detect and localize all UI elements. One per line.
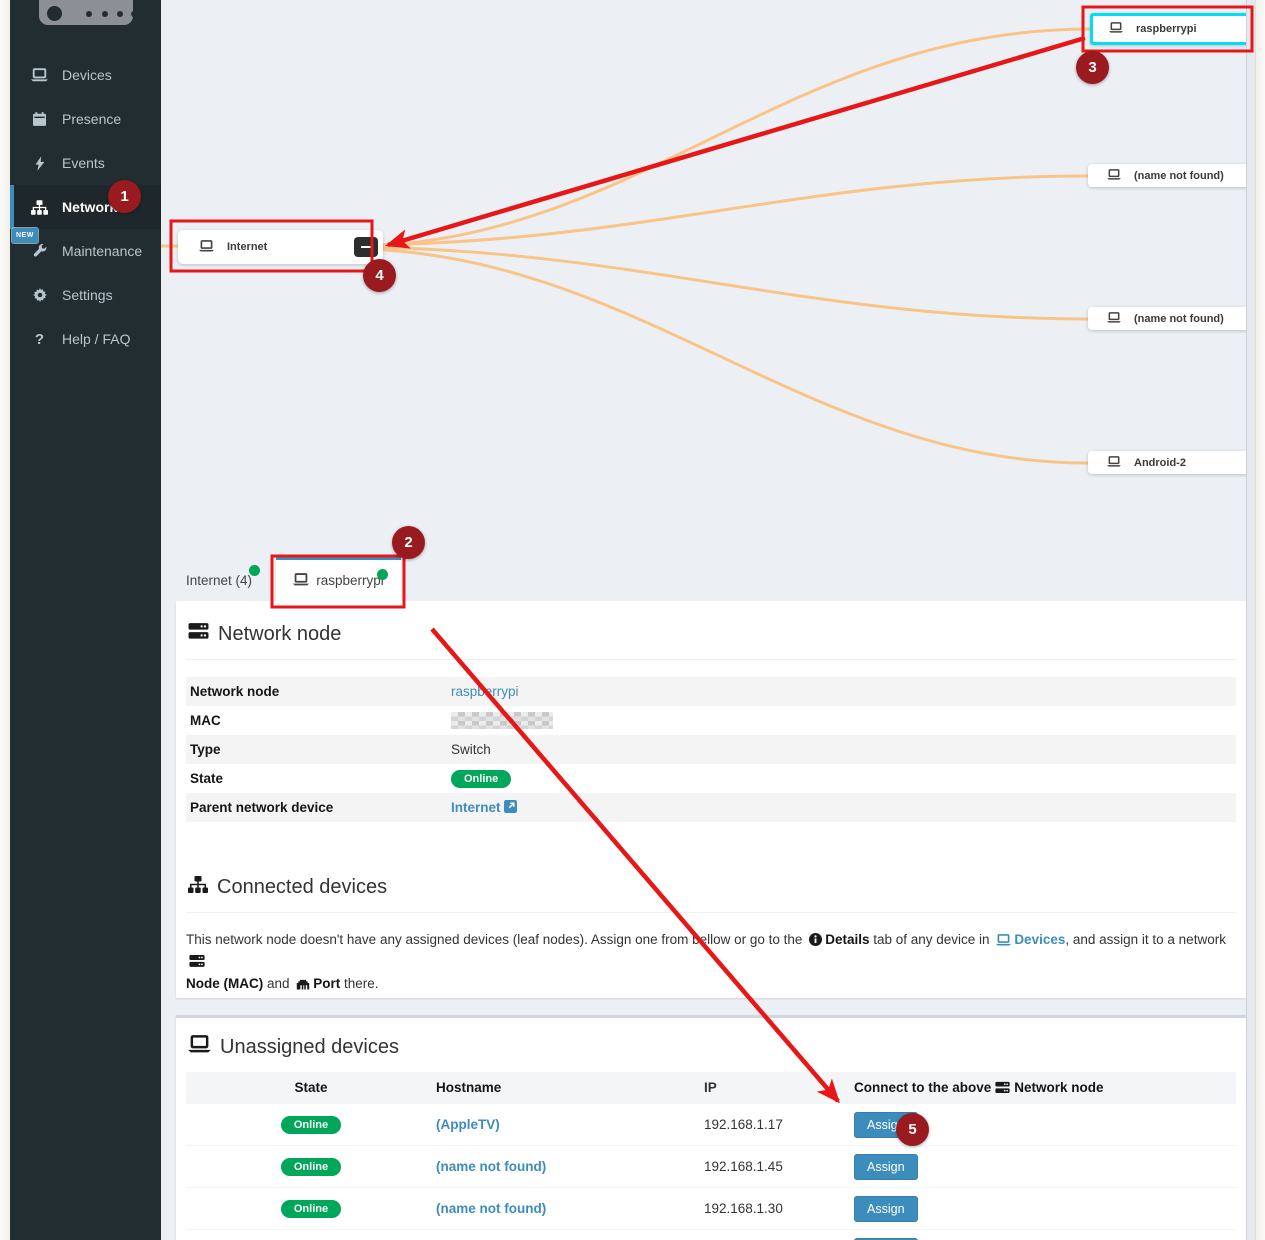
table-header-row: State Hostname IP Connect to the above N… [186, 1072, 1236, 1103]
page-edge-right [1255, 0, 1265, 1240]
unassigned-devices-panel: Unassigned devices State Hostname IP Con… [176, 1015, 1246, 1240]
status-badge: Online [451, 770, 511, 788]
external-link-icon[interactable] [504, 800, 517, 816]
table-row: Type Switch [186, 735, 1236, 764]
redacted-mac-value [451, 712, 553, 729]
node-label: (name not found) [1134, 170, 1224, 182]
table-row: MAC [186, 706, 1236, 735]
header-hostname: Hostname [436, 1080, 704, 1095]
tab-label: Internet (4) [186, 573, 252, 588]
table-row: Online (name not found) 192.168.1.45 Ass… [186, 1145, 1236, 1187]
table-row: Parent network device Internet [186, 793, 1236, 822]
laptop-icon [1109, 22, 1123, 36]
section-title-text: Connected devices [217, 876, 387, 899]
row-label: Type [190, 742, 451, 757]
node-mac-ref: Node (MAC) [186, 976, 263, 991]
laptop-icon [1107, 456, 1121, 470]
hostname-link[interactable]: (AppleTV) [436, 1117, 500, 1132]
sitemap-icon [188, 876, 208, 899]
section-title-text: Network node [218, 623, 341, 646]
tab-internet[interactable]: Internet (4) [177, 560, 252, 601]
no-assigned-devices-text: This network node doesn't have any assig… [186, 930, 1228, 996]
ip-value: 192.168.1.45 [704, 1159, 839, 1174]
collapse-node-button[interactable] [354, 237, 378, 257]
ethernet-port-icon [296, 978, 310, 993]
row-label: MAC [190, 713, 451, 728]
table-row: Network node raspberrypi [186, 677, 1236, 706]
status-badge: Online [281, 1200, 341, 1218]
status-badge: Online [281, 1158, 341, 1176]
type-value: Switch [451, 742, 491, 757]
annotation-step-2: 2 [392, 526, 425, 559]
table-row: State Online [186, 764, 1236, 793]
connected-devices-title: Connected devices [188, 876, 1236, 899]
server-icon [189, 956, 205, 971]
laptop-icon [199, 240, 214, 255]
table-row: Online (name not found) 192.168.1.30 Ass… [186, 1187, 1236, 1229]
node-label: (name not found) [1134, 313, 1224, 325]
node-label: raspberrypi [1136, 23, 1197, 35]
annotation-step-4: 4 [363, 259, 396, 292]
ip-value: 192.168.1.17 [704, 1117, 839, 1132]
row-label: State [190, 771, 451, 786]
server-icon [995, 1081, 1010, 1094]
port-ref: Port [313, 976, 340, 991]
network-page: Devices Presence Events Network [0, 0, 1265, 1240]
hostname-link[interactable]: (name not found) [436, 1159, 546, 1174]
assign-button[interactable]: Assign [854, 1196, 918, 1222]
table-row: Online (AppleTV) 192.168.1.17 Assign [186, 1103, 1236, 1145]
status-badge: Online [281, 1116, 341, 1134]
node-name-link[interactable]: raspberrypi [451, 684, 519, 699]
laptop-icon [1107, 312, 1121, 326]
header-connect: Connect to the above Network node [839, 1080, 1236, 1095]
parent-device-link[interactable]: Internet [451, 800, 501, 815]
network-node-panel: Network node Network node raspberrypi MA… [176, 601, 1246, 998]
annotation-step-3: 3 [1076, 51, 1109, 84]
ip-value: 192.168.1.30 [704, 1201, 839, 1216]
tab-raspberrypi[interactable]: raspberrypi [276, 557, 401, 601]
divider [186, 912, 1236, 913]
node-details-table: Network node raspberrypi MAC Type Switch… [186, 677, 1236, 822]
divider [186, 659, 1236, 660]
laptop-icon [293, 573, 309, 589]
network-node-title: Network node [188, 622, 1236, 646]
section-title-text: Unassigned devices [220, 1036, 399, 1059]
node-label: Android-2 [1134, 457, 1186, 469]
topology-node-unnamed-1[interactable]: (name not found) [1088, 164, 1265, 187]
laptop-icon [996, 934, 1011, 949]
new-badge: NEW [12, 228, 38, 243]
info-circle-icon [809, 934, 822, 949]
tab-label: raspberrypi [316, 573, 384, 588]
laptop-icon [188, 1035, 211, 1059]
unassigned-devices-title: Unassigned devices [188, 1035, 1236, 1059]
details-tab-ref: Details [825, 932, 869, 947]
laptop-icon [1107, 169, 1121, 183]
topology-node-internet[interactable]: Internet [178, 230, 383, 264]
annotation-step-5: 5 [896, 1113, 929, 1146]
hostname-link[interactable]: (name not found) [436, 1201, 546, 1216]
online-dot [377, 569, 388, 580]
header-state: State [186, 1080, 436, 1095]
table-row: Online (name not found) 192.168.1.57 Ass… [186, 1229, 1236, 1240]
row-label: Network node [190, 684, 451, 699]
topology-node-android2[interactable]: Android-2 [1088, 451, 1265, 474]
node-label: Internet [227, 241, 267, 253]
online-dot [249, 565, 260, 576]
topology-node-unnamed-2[interactable]: (name not found) [1088, 307, 1265, 330]
row-label: Parent network device [190, 800, 451, 815]
unassigned-devices-table: State Hostname IP Connect to the above N… [186, 1072, 1236, 1240]
devices-link[interactable]: Devices [1014, 932, 1065, 947]
annotation-step-1: 1 [108, 180, 141, 213]
server-icon [188, 622, 209, 646]
assign-button[interactable]: Assign [854, 1154, 918, 1180]
topology-node-raspberrypi[interactable]: raspberrypi [1090, 13, 1261, 45]
header-ip: IP [704, 1080, 839, 1095]
